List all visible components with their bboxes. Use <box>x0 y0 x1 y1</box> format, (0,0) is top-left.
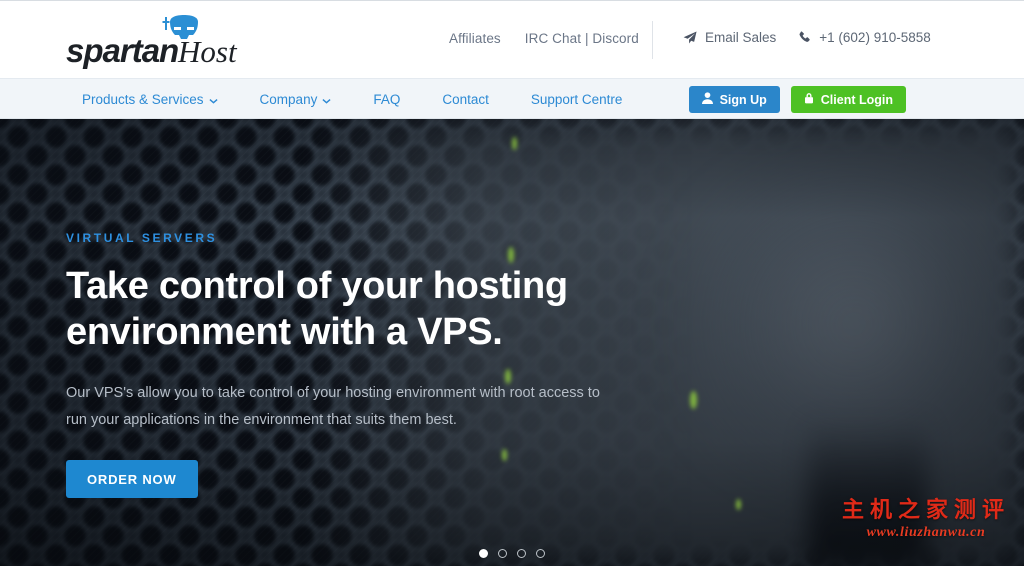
nav-item-products-services[interactable]: Products & Services <box>82 92 218 107</box>
sign-up-label: Sign Up <box>719 92 767 107</box>
top-bar-divider <box>652 21 653 59</box>
paper-plane-icon <box>683 30 697 45</box>
carousel-dots <box>0 549 1024 558</box>
svg-text:spartan: spartan <box>66 32 178 69</box>
top-bar-links: Affiliates IRC Chat | Discord <box>449 31 639 46</box>
hero-speck <box>690 391 697 409</box>
watermark: 主机之家测评 www.liuzhanwu.cn <box>842 497 1010 541</box>
nav-item-support-centre[interactable]: Support Centre <box>531 92 623 107</box>
phone-icon <box>798 31 811 44</box>
carousel-dot-3[interactable] <box>517 549 526 558</box>
order-now-button[interactable]: ORDER NOW <box>66 460 198 499</box>
nav-label-products-services: Products & Services <box>82 92 204 107</box>
hero-slide-content: VIRTUAL SERVERS Take control of your hos… <box>66 231 686 499</box>
nav-item-contact[interactable]: Contact <box>442 92 489 107</box>
watermark-url: www.liuzhanwu.cn <box>866 524 986 540</box>
phone-link[interactable]: +1 (602) 910-5858 <box>798 30 931 45</box>
main-nav-links: Products & Services Company FAQ Contact … <box>82 79 622 120</box>
email-sales-label: Email Sales <box>705 30 777 45</box>
chevron-down-icon <box>322 92 331 107</box>
email-sales-link[interactable]: Email Sales <box>683 30 776 45</box>
main-nav-bar: Products & Services Company FAQ Contact … <box>0 78 1024 119</box>
client-login-button[interactable]: Client Login <box>790 86 906 113</box>
phone-label: +1 (602) 910-5858 <box>819 30 931 45</box>
hero-speck <box>512 137 517 150</box>
hero-eyebrow: VIRTUAL SERVERS <box>66 231 218 245</box>
top-bar-contact: Email Sales +1 (602) 910-5858 <box>683 30 931 45</box>
site-logo[interactable]: spartan Host <box>66 13 246 69</box>
top-bar: spartan Host Affiliates IRC Chat | Disco… <box>0 0 1024 78</box>
spartan-host-logo-svg: spartan Host <box>66 15 238 69</box>
svg-text:Host: Host <box>177 34 238 69</box>
hero-headline: Take control of your hosting environment… <box>66 265 568 354</box>
top-link-irc-chat-discord[interactable]: IRC Chat | Discord <box>525 31 639 46</box>
nav-action-buttons: Sign Up Client Login <box>688 86 906 113</box>
user-icon <box>701 92 713 107</box>
nav-label-company: Company <box>259 92 318 107</box>
watermark-chinese: 主机之家测评 <box>841 496 1010 522</box>
chevron-down-icon <box>208 92 218 107</box>
lock-icon <box>804 92 814 107</box>
nav-label-contact: Contact <box>442 92 489 107</box>
page-root: spartan Host Affiliates IRC Chat | Disco… <box>0 0 1024 566</box>
hero-carousel: VIRTUAL SERVERS Take control of your hos… <box>0 119 1024 566</box>
nav-label-support-centre: Support Centre <box>530 92 623 107</box>
sign-up-button[interactable]: Sign Up <box>688 86 780 113</box>
carousel-dot-4[interactable] <box>536 549 545 558</box>
nav-item-faq[interactable]: FAQ <box>373 92 400 107</box>
nav-label-faq: FAQ <box>373 92 401 107</box>
hero-subcopy: Our VPS's allow you to take control of y… <box>66 384 600 428</box>
nav-item-company[interactable]: Company <box>260 92 332 107</box>
hero-speck <box>736 499 741 510</box>
client-login-label: Client Login <box>820 92 893 107</box>
top-link-affiliates[interactable]: Affiliates <box>449 31 501 46</box>
carousel-dot-1[interactable] <box>479 549 488 558</box>
carousel-dot-2[interactable] <box>498 549 507 558</box>
